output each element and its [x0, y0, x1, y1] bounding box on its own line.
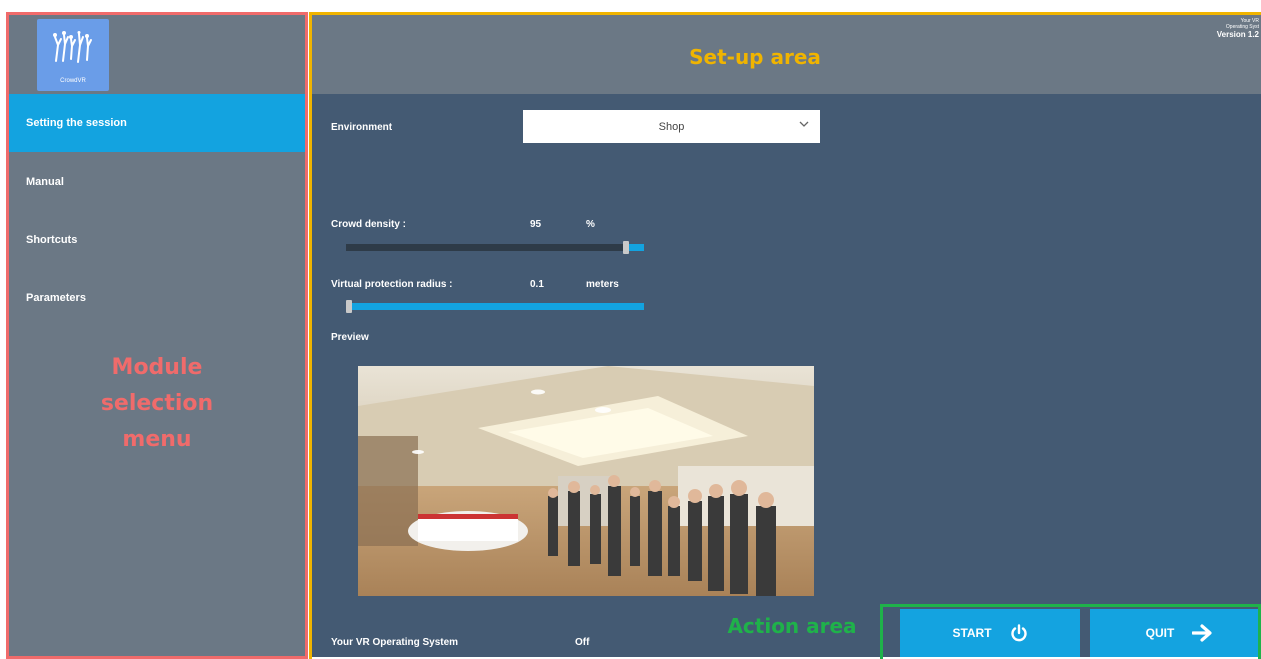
radius-unit: meters: [586, 279, 619, 290]
sidebar-item-shortcuts[interactable]: Shortcuts: [8, 211, 305, 269]
crowd-logo-icon: [53, 31, 92, 63]
radius-label: Virtual protection radius :: [331, 279, 453, 290]
sidebar-item-parameters[interactable]: Parameters: [8, 269, 305, 327]
action-area-annotation: Action area: [727, 614, 857, 638]
preview-label: Preview: [331, 332, 369, 343]
slider-handle[interactable]: [346, 300, 352, 313]
environment-preview-image: [358, 366, 814, 596]
arrow-right-icon: [1192, 624, 1212, 642]
sidebar-item-label: Parameters: [26, 292, 86, 304]
sidebar-item-setting-the-session[interactable]: Setting the session: [8, 94, 305, 152]
start-button[interactable]: START: [900, 609, 1080, 657]
slider-track: [346, 244, 644, 251]
sidebar-item-label: Shortcuts: [26, 234, 78, 246]
power-icon: [1010, 624, 1027, 642]
setup-area-annotation: Set-up area: [689, 45, 821, 69]
chevron-down-icon: [799, 121, 809, 127]
version-caption: Your VR Operating Syst: [1225, 18, 1259, 30]
vr-os-value: Off: [575, 637, 590, 648]
vr-os-label: Your VR Operating System: [331, 637, 459, 648]
sidebar-item-manual[interactable]: Manual: [8, 153, 305, 211]
setup-area: Your VR Operating Syst Version 1.2 Envir…: [311, 14, 1261, 657]
radius-slider[interactable]: [346, 299, 644, 314]
crowd-density-slider[interactable]: [346, 240, 644, 255]
radius-value: 0.1: [530, 279, 544, 290]
crowd-density-value: 95: [530, 219, 542, 230]
crowdvr-logo: CrowdVR: [37, 19, 109, 91]
version-label: Version 1.2: [1216, 30, 1259, 39]
logo-text: CrowdVR: [60, 78, 86, 84]
environment-label: Environment: [331, 122, 393, 133]
crowd-density-label: Crowd density :: [331, 219, 407, 230]
module-menu-annotation: Module selection menu: [100, 355, 214, 452]
crowd-density-unit: %: [586, 219, 595, 230]
environment-value: Shop: [658, 120, 685, 133]
quit-label: QUIT: [1145, 626, 1175, 640]
slider-handle[interactable]: [623, 241, 629, 254]
start-label: START: [952, 626, 992, 640]
environment-select[interactable]: Shop: [523, 110, 820, 143]
quit-button[interactable]: QUIT: [1090, 609, 1261, 657]
module-selection-menu: CrowdVR Setting the session Manual Short…: [8, 14, 306, 657]
sidebar-header: CrowdVR: [8, 14, 306, 94]
sidebar-item-label: Setting the session: [26, 117, 127, 129]
sidebar-item-label: Manual: [26, 176, 64, 188]
slider-track: [346, 303, 644, 310]
